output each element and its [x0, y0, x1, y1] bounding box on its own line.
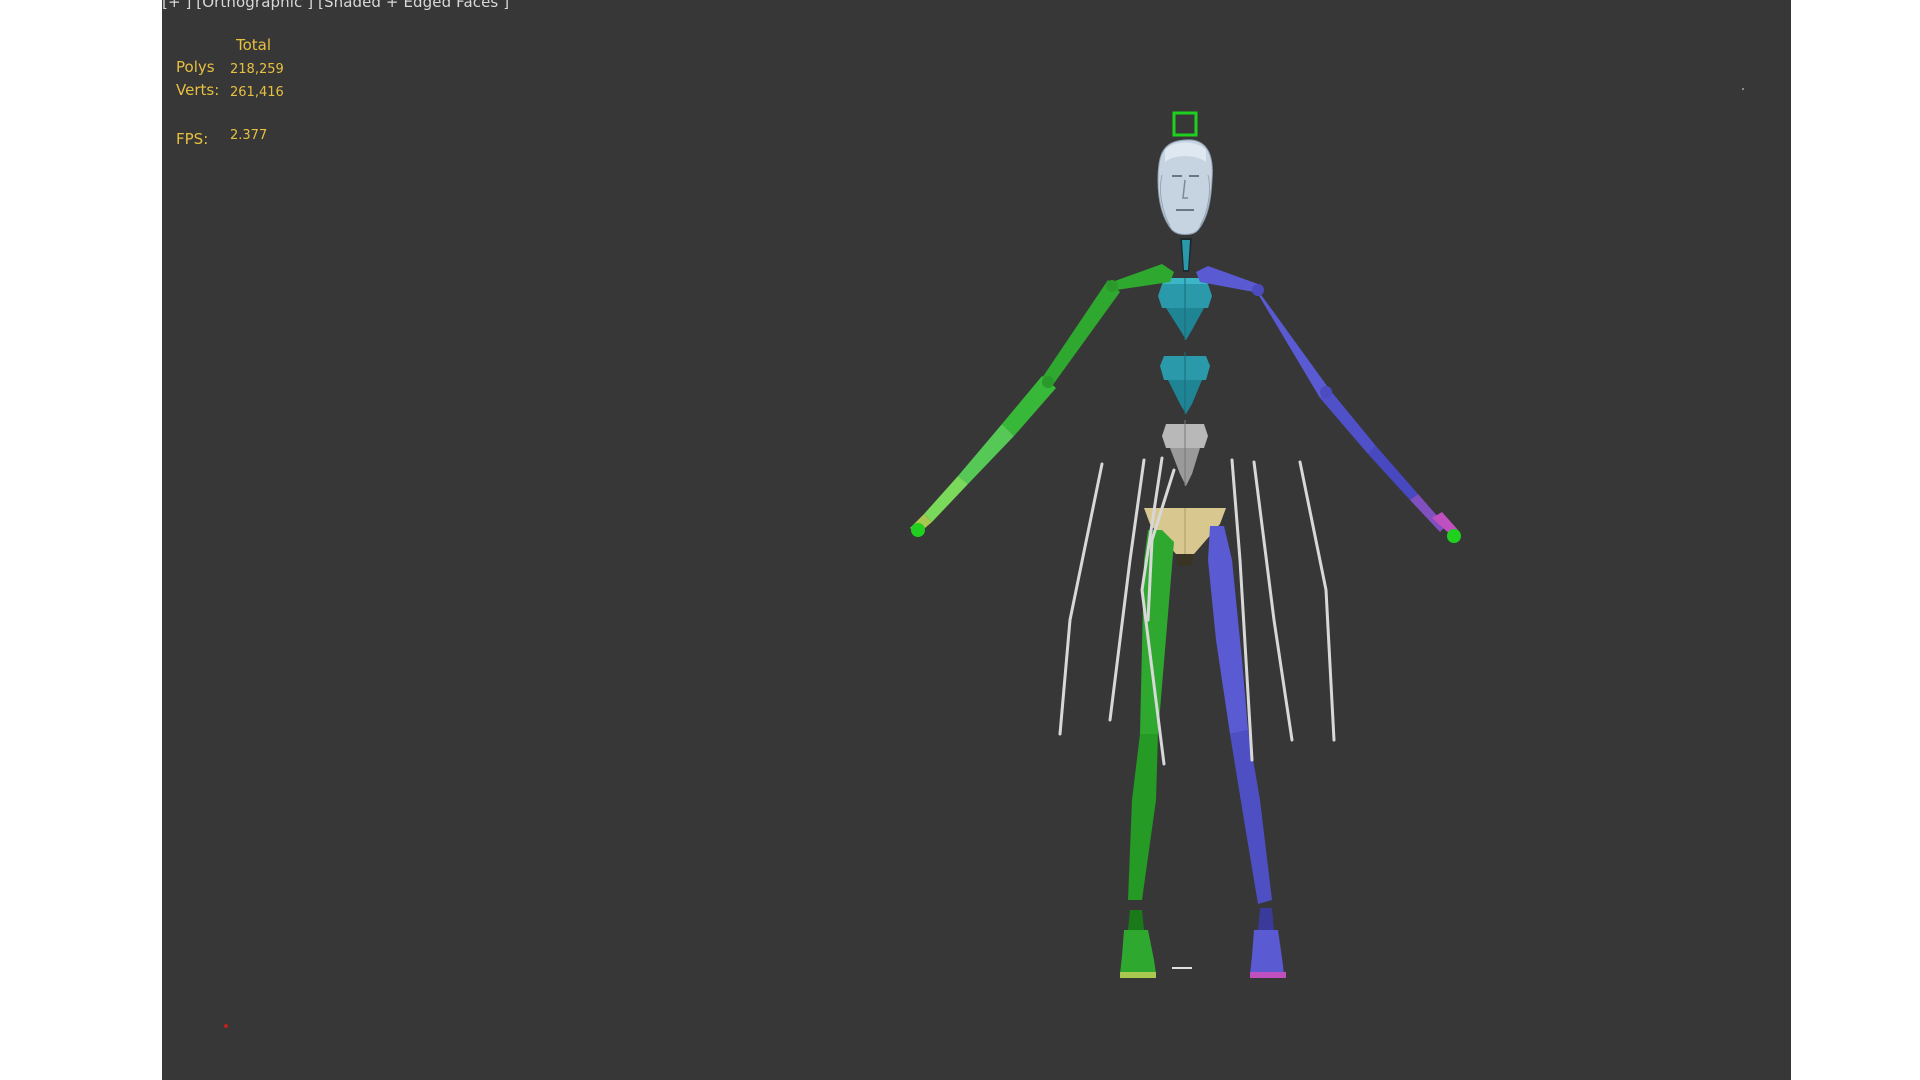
head-selection-box[interactable] [1172, 111, 1198, 137]
right-arm[interactable] [1252, 284, 1461, 543]
spine-bone-lower[interactable] [1162, 420, 1208, 486]
axis-tripod-icon [224, 1024, 228, 1028]
biped-skeleton[interactable] [162, 0, 1791, 1080]
helper-bones[interactable] [1058, 456, 1336, 766]
app-window: [+ ] [Orthographic ] [Shaded + Edged Fac… [0, 0, 1920, 1080]
left-arm[interactable] [910, 280, 1120, 537]
spine-bone-upper[interactable] [1158, 278, 1212, 340]
head-mesh[interactable] [1157, 139, 1213, 235]
orthographic-viewport[interactable]: [+ ] [Orthographic ] [Shaded + Edged Fac… [162, 0, 1791, 1080]
viewport-dot [1742, 88, 1744, 90]
right-leg[interactable] [1208, 526, 1286, 978]
left-leg[interactable] [1120, 530, 1174, 978]
spine-bone-middle[interactable] [1160, 352, 1210, 414]
